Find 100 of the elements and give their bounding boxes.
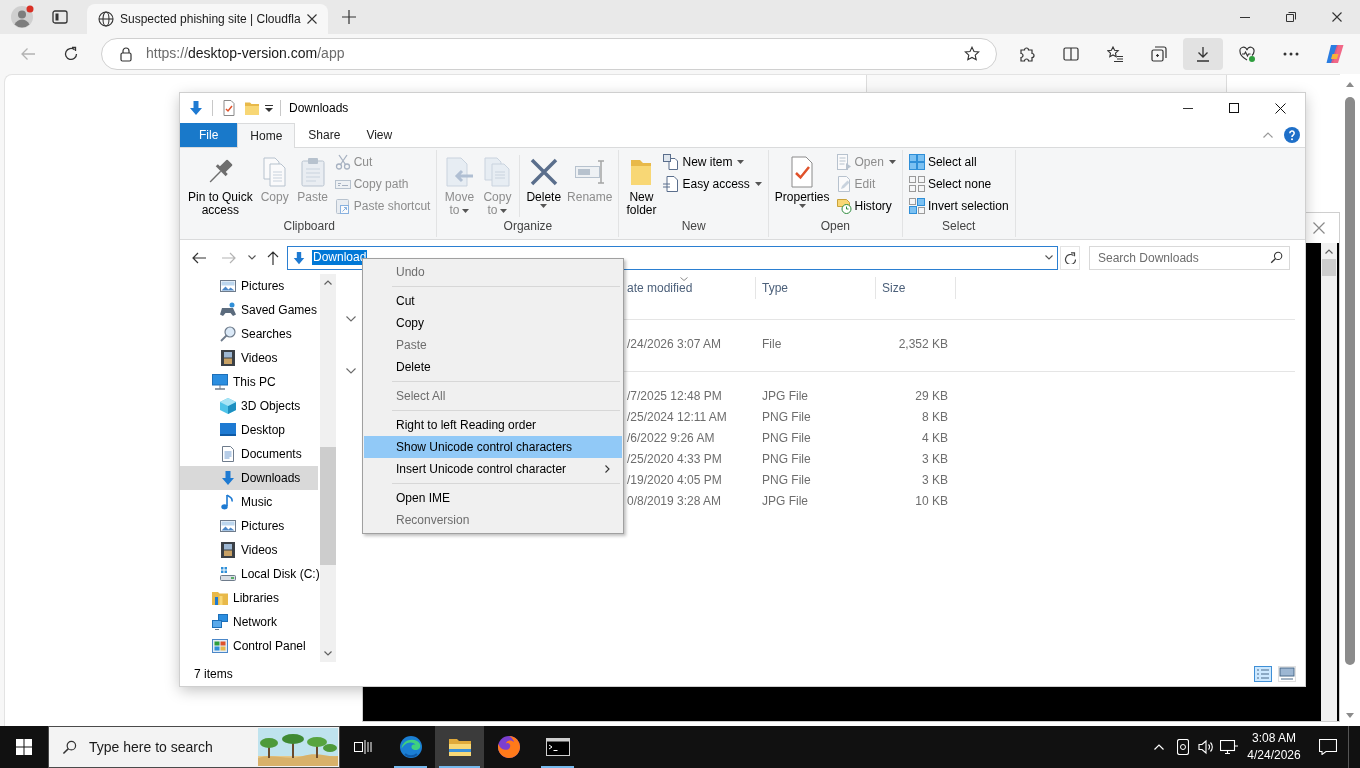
- menu-item[interactable]: Right to left Reading order: [364, 414, 622, 436]
- search-field[interactable]: Search Downloads: [1089, 245, 1290, 270]
- tab-actions-icon[interactable]: [52, 9, 68, 25]
- scroll-down-icon[interactable]: [1346, 713, 1354, 718]
- restore-icon[interactable]: [1286, 12, 1296, 22]
- ribbon-tab[interactable]: Share: [295, 123, 354, 147]
- search-icon[interactable]: [1270, 250, 1283, 264]
- menu-item[interactable]: Open IME: [364, 487, 622, 509]
- network-icon[interactable]: [1219, 740, 1238, 754]
- dropdown-chevron-icon[interactable]: [1045, 255, 1053, 260]
- nav-item[interactable]: 3D Objects: [180, 394, 318, 418]
- nav-item[interactable]: Music: [180, 490, 318, 514]
- scrollbar-thumb[interactable]: [1322, 259, 1336, 276]
- favorite-star-icon[interactable]: [964, 46, 980, 62]
- menu-item[interactable]: Show Unicode control characters: [364, 436, 622, 458]
- heart-pulse-icon[interactable]: [1239, 46, 1255, 62]
- volume-icon[interactable]: [1197, 739, 1214, 755]
- refresh-button[interactable]: [1060, 245, 1080, 270]
- ribbon-button[interactable]: Delete: [523, 151, 565, 208]
- ribbon-button[interactable]: History: [833, 195, 898, 217]
- task-view-icon[interactable]: [354, 739, 372, 755]
- nav-item[interactable]: Libraries: [180, 586, 318, 610]
- up-arrow-icon[interactable]: [265, 249, 281, 266]
- url-bar[interactable]: https://desktop-version.com/app: [101, 38, 997, 70]
- chevron-up-icon[interactable]: [1154, 744, 1164, 750]
- help-icon[interactable]: [1284, 127, 1300, 143]
- more-icon[interactable]: [1283, 52, 1299, 56]
- collections-icon[interactable]: [1151, 46, 1167, 62]
- chevron-down-icon[interactable]: [346, 316, 356, 322]
- properties-icon[interactable]: [221, 100, 237, 116]
- ribbon-tab[interactable]: File: [180, 123, 238, 147]
- scrollbar[interactable]: [320, 274, 336, 662]
- nav-item[interactable]: Pictures: [180, 274, 318, 298]
- large-icons-view-icon[interactable]: [1278, 666, 1296, 682]
- profile-avatar-icon[interactable]: [10, 5, 34, 29]
- refresh-icon[interactable]: [63, 46, 79, 62]
- nav-item[interactable]: This PC: [180, 370, 318, 394]
- puzzle-icon[interactable]: [1019, 46, 1035, 62]
- scrollbar-thumb[interactable]: [320, 447, 336, 565]
- nav-item[interactable]: Local Disk (C:): [180, 562, 318, 586]
- landscape-illustration[interactable]: [258, 728, 338, 766]
- nav-item[interactable]: Downloads: [180, 466, 318, 490]
- clock-time[interactable]: 3:08 AM: [1246, 730, 1302, 747]
- scroll-up-icon[interactable]: [1346, 82, 1354, 87]
- windows-logo-icon[interactable]: [16, 739, 32, 755]
- details-view-icon[interactable]: [1254, 666, 1272, 682]
- column-header[interactable]: Size: [876, 277, 956, 299]
- nav-item[interactable]: Network: [180, 610, 318, 634]
- menu-item[interactable]: Copy: [364, 312, 622, 334]
- scroll-down-icon[interactable]: [324, 651, 332, 656]
- scrollbar-thumb[interactable]: [1345, 97, 1355, 665]
- ribbon-button[interactable]: New item: [661, 151, 764, 173]
- split-screen-icon[interactable]: [1063, 46, 1079, 62]
- favorites-icon[interactable]: [1107, 46, 1123, 62]
- minimize-icon[interactable]: [1183, 107, 1193, 109]
- menu-item[interactable]: Delete: [364, 356, 622, 378]
- lock-icon[interactable]: [120, 46, 132, 62]
- nav-item[interactable]: Videos: [180, 346, 318, 370]
- ribbon-button[interactable]: Select all: [906, 151, 1011, 173]
- menu-item[interactable]: Cut: [364, 290, 622, 312]
- new-tab-icon[interactable]: [342, 10, 356, 24]
- taskbar-button[interactable]: [435, 726, 484, 768]
- clock-date[interactable]: 4/24/2026: [1246, 747, 1302, 764]
- collapse-ribbon-icon[interactable]: [1263, 132, 1273, 138]
- scrollbar[interactable]: [1340, 74, 1360, 726]
- scrollbar[interactable]: [1321, 243, 1337, 721]
- scroll-up-icon[interactable]: [324, 280, 332, 285]
- menu-item[interactable]: Insert Unicode control character: [364, 458, 622, 480]
- nav-item[interactable]: Desktop: [180, 418, 318, 442]
- scroll-up-icon[interactable]: [1325, 249, 1333, 254]
- copilot-icon[interactable]: [1325, 44, 1345, 64]
- ribbon-tab[interactable]: View: [353, 123, 406, 147]
- close-icon[interactable]: [1274, 102, 1286, 114]
- ribbon-button[interactable]: New folder: [622, 151, 661, 217]
- picture-icon: [220, 278, 236, 294]
- ribbon-tab[interactable]: Home: [237, 123, 296, 148]
- close-icon[interactable]: [306, 14, 317, 24]
- ribbon-button[interactable]: Pin to Quick access: [185, 151, 256, 217]
- nav-item[interactable]: Documents: [180, 442, 318, 466]
- download-arrow-icon[interactable]: [188, 100, 204, 116]
- nav-item[interactable]: Searches: [180, 322, 318, 346]
- ribbon-button[interactable]: Select none: [906, 173, 1011, 195]
- recent-chevron-icon[interactable]: [248, 255, 256, 260]
- maximize-icon[interactable]: [1229, 103, 1239, 113]
- downloads-button[interactable]: [1183, 38, 1223, 70]
- minimize-icon[interactable]: [1240, 16, 1250, 18]
- ribbon-button[interactable]: Invert selection: [906, 195, 1011, 217]
- chevron-down-icon[interactable]: [346, 368, 356, 374]
- notification-icon[interactable]: [1319, 739, 1337, 755]
- nav-item[interactable]: Saved Games: [180, 298, 318, 322]
- close-icon[interactable]: [1332, 12, 1342, 22]
- ribbon-button[interactable]: Properties: [771, 151, 833, 208]
- nav-item[interactable]: Videos: [180, 538, 318, 562]
- ribbon-button[interactable]: Easy access: [661, 173, 764, 195]
- column-header[interactable]: Type: [756, 277, 876, 299]
- browser-tab[interactable]: Suspected phishing site | Cloudfla: [87, 4, 328, 34]
- device-icon[interactable]: [1176, 739, 1189, 755]
- nav-item[interactable]: Control Panel: [180, 634, 318, 658]
- customize-caret-icon[interactable]: [265, 104, 273, 112]
- nav-item[interactable]: Pictures: [180, 514, 318, 538]
